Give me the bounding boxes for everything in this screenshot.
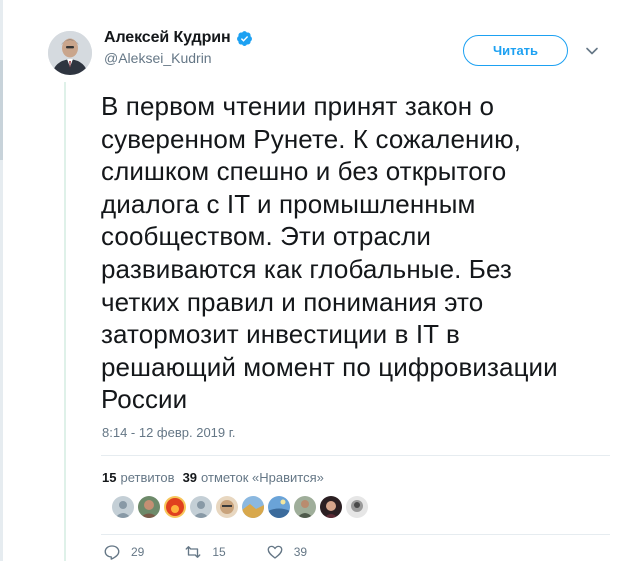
reply-icon: [104, 545, 120, 560]
reply-button[interactable]: 29: [103, 543, 144, 561]
avatar-person-suit-icon: [294, 496, 316, 518]
liker-avatar[interactable]: [268, 496, 290, 518]
liker-avatar[interactable]: [112, 496, 134, 518]
tweet-stats: 15 ретвитов 39 отметок «Нравится»: [102, 470, 324, 485]
actions-divider: [101, 534, 610, 535]
tweet-author: Алексей Кудрин @Aleksei_Kudrin: [104, 29, 253, 66]
author-handle[interactable]: @Aleksei_Kudrin: [104, 50, 253, 66]
liker-avatar[interactable]: [190, 496, 212, 518]
avatar-red-fire-icon: [164, 496, 186, 518]
avatar-landscape-icon: [242, 496, 264, 518]
user-avatar-icon: [48, 31, 92, 75]
likes-stat[interactable]: 39 отметок «Нравится»: [183, 470, 324, 485]
liker-avatar[interactable]: [138, 496, 160, 518]
stats-divider-top: [101, 455, 610, 456]
avatar-woman-dark-icon: [320, 496, 342, 518]
follow-button[interactable]: Читать: [463, 35, 568, 66]
heart-icon: [267, 545, 283, 559]
avatar-face-glasses-icon: [216, 496, 238, 518]
author-avatar[interactable]: [48, 31, 92, 75]
author-name[interactable]: Алексей Кудрин: [104, 29, 231, 47]
likes-label: отметок «Нравится»: [201, 470, 324, 485]
liker-avatar[interactable]: [320, 496, 342, 518]
liker-avatar[interactable]: [346, 496, 368, 518]
likers-avatars: [112, 496, 368, 518]
liker-avatar[interactable]: [164, 496, 186, 518]
retweets-stat[interactable]: 15 ретвитов: [102, 470, 175, 485]
retweet-icon: [185, 546, 201, 558]
like-count: 39: [293, 545, 308, 559]
retweet-button[interactable]: 15: [184, 543, 226, 561]
liker-avatar[interactable]: [242, 496, 264, 518]
avatar-bw-face-icon: [346, 496, 368, 518]
likes-count: 39: [182, 470, 198, 485]
verified-badge-icon: [236, 30, 252, 46]
retweets-label: ретвитов: [120, 470, 175, 485]
reply-count: 29: [131, 545, 145, 559]
default-avatar-icon: [112, 496, 134, 518]
retweets-count: 15: [102, 470, 117, 485]
tweet-timestamp[interactable]: 8:14 - 12 февр. 2019 г.: [102, 425, 236, 440]
chevron-down-icon[interactable]: [585, 44, 599, 58]
left-rail-accent: [0, 60, 3, 160]
tweet-actions: 29 15 39: [103, 543, 347, 561]
liker-avatar[interactable]: [216, 496, 238, 518]
like-button[interactable]: 39: [266, 543, 307, 561]
default-avatar-icon: [190, 496, 212, 518]
avatar-portrait-dark-icon: [138, 496, 160, 518]
avatar-sky-icon: [268, 496, 290, 518]
tweet-text: В первом чтении принят закон о суверенно…: [101, 91, 558, 415]
retweet-count: 15: [212, 545, 226, 559]
thread-line: [64, 82, 66, 561]
liker-avatar[interactable]: [294, 496, 316, 518]
